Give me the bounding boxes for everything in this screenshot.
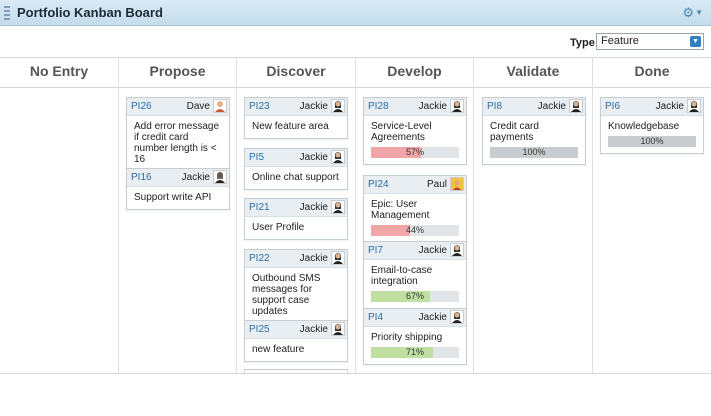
card-owner: Jackie — [418, 101, 447, 112]
board-bottom-border — [0, 373, 711, 374]
card-pi6[interactable]: PI6 Jackie Knowledgebase 100% — [600, 97, 704, 154]
card-id[interactable]: PI4 — [368, 312, 383, 323]
card-id[interactable]: PI5 — [249, 152, 264, 163]
card-id[interactable]: PI25 — [249, 324, 270, 335]
card-pi7[interactable]: PI7 Jackie Email-to-case integration 67% — [363, 241, 467, 309]
card-pi5[interactable]: PI5 Jackie Online chat support — [244, 148, 348, 190]
progress-bar: 57% — [371, 147, 459, 158]
card-pi24[interactable]: PI24 Paul Epic: User Management 44% — [363, 175, 467, 243]
card-id[interactable]: PI23 — [249, 101, 270, 112]
card-owner: Jackie — [537, 101, 566, 112]
avatar — [450, 99, 464, 113]
type-select[interactable]: Feature ▼ — [596, 33, 704, 50]
card-id[interactable]: PI28 — [368, 101, 389, 112]
card-title: Epic: User Management — [371, 199, 430, 221]
avatar — [213, 170, 227, 184]
column-header: Done — [593, 58, 711, 88]
avatar — [331, 150, 345, 164]
drag-handle[interactable] — [4, 6, 10, 20]
chevron-down-icon: ▼ — [695, 8, 703, 17]
card-title: Credit card payments — [490, 121, 539, 143]
avatar — [450, 243, 464, 257]
card-title: Outbound SMS messages for support case u… — [252, 273, 321, 317]
card-id[interactable]: PI22 — [249, 253, 270, 264]
card-title: Priority shipping — [371, 332, 443, 343]
progress-label: 100% — [522, 147, 546, 157]
card-pi28[interactable]: PI28 Jackie Service-Level Agreements 57% — [363, 97, 467, 165]
card-pi8[interactable]: PI8 Jackie Credit card payments 100% — [482, 97, 586, 165]
card-id[interactable]: PI16 — [131, 172, 152, 183]
card-id[interactable]: PI8 — [487, 101, 502, 112]
progress-label: 71% — [405, 347, 424, 357]
card-owner: Jackie — [299, 324, 328, 335]
card-pi23[interactable]: PI23 Jackie New feature area — [244, 97, 348, 139]
card-title: User Profile — [252, 222, 305, 233]
card-owner: Jackie — [299, 152, 328, 163]
card-owner: Dave — [186, 101, 210, 112]
card-pi25[interactable]: PI25 Jackie new feature — [244, 320, 348, 362]
title-bar: Portfolio Kanban Board ⚙▼ — [0, 0, 711, 26]
card-owner: Jackie — [299, 253, 328, 264]
card-pi21[interactable]: PI21 Jackie User Profile — [244, 198, 348, 240]
progress-bar: 71% — [371, 347, 459, 358]
progress-bar: 100% — [608, 136, 696, 147]
card-id[interactable]: PI24 — [368, 179, 389, 190]
card-owner: Jackie — [181, 172, 210, 183]
card-pi22[interactable]: PI22 Jackie Outbound SMS messages for sup… — [244, 249, 348, 324]
avatar — [450, 310, 464, 324]
column-header: No Entry — [0, 58, 118, 88]
card-id[interactable]: PI7 — [368, 245, 383, 256]
avatar — [331, 322, 345, 336]
card-owner: Jackie — [418, 245, 447, 256]
progress-label: 100% — [640, 136, 664, 146]
card-title: Service-Level Agreements — [371, 121, 432, 143]
card-owner: Jackie — [418, 312, 447, 323]
progress-label: 67% — [405, 291, 424, 301]
progress-label: 57% — [405, 147, 424, 157]
card-id[interactable]: PI26 — [131, 101, 152, 112]
gear-icon[interactable]: ⚙▼ — [682, 5, 703, 21]
card-owner: Jackie — [299, 202, 328, 213]
avatar — [213, 99, 227, 113]
card-pi26[interactable]: PI26 Dave Add error message if credit car… — [126, 97, 230, 172]
card-owner: Jackie — [655, 101, 684, 112]
card-id[interactable]: PI6 — [605, 101, 620, 112]
card-pi16[interactable]: PI16 Jackie Support write API — [126, 168, 230, 210]
column-no-entry: No Entry — [0, 58, 119, 374]
avatar — [331, 200, 345, 214]
column-header: Develop — [356, 58, 473, 88]
type-select-value: Feature — [601, 35, 639, 47]
progress-bar: 100% — [490, 147, 578, 158]
column-header: Validate — [474, 58, 592, 88]
card-owner: Jackie — [299, 101, 328, 112]
card-title: Email-to-case integration — [371, 265, 433, 287]
avatar — [569, 99, 583, 113]
card-owner: Paul — [426, 179, 447, 190]
card-pi4[interactable]: PI4 Jackie Priority shipping 71% — [363, 308, 467, 365]
card-title: Add error message if credit card number … — [134, 121, 220, 165]
avatar — [331, 99, 345, 113]
card-title: New feature area — [252, 121, 329, 132]
progress-bar: 44% — [371, 225, 459, 236]
progress-label: 44% — [405, 225, 424, 235]
type-label: Type — [570, 37, 595, 49]
column-header: Discover — [237, 58, 355, 88]
card-id[interactable]: PI21 — [249, 202, 270, 213]
card-title: new feature — [252, 344, 305, 355]
avatar — [331, 251, 345, 265]
avatar — [687, 99, 701, 113]
card-title: Online chat support — [252, 172, 339, 183]
progress-bar: 67% — [371, 291, 459, 302]
avatar — [450, 177, 464, 191]
column-header: Propose — [119, 58, 236, 88]
card-title: Support write API — [134, 192, 212, 203]
page-title: Portfolio Kanban Board — [17, 5, 163, 20]
card-title: Knowledgebase — [608, 121, 680, 132]
chevron-down-icon[interactable]: ▼ — [690, 36, 701, 47]
